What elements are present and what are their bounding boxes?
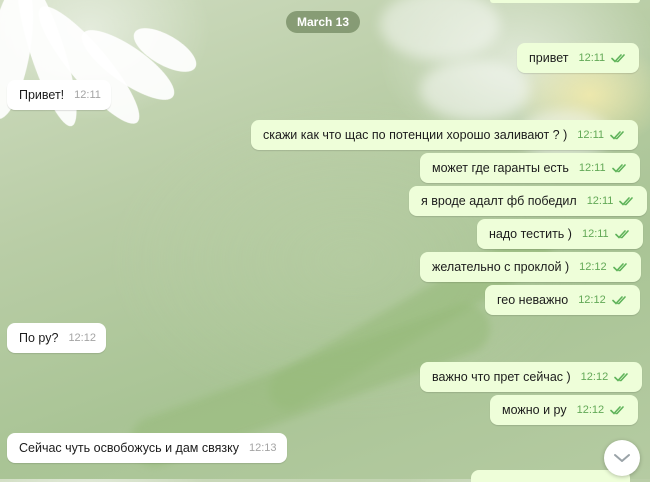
message-out[interactable]: важно что прет сейчас ) 12:12 — [420, 362, 643, 392]
message-out[interactable]: привет 12:11 — [517, 43, 640, 73]
message-time: 12:11 — [577, 129, 604, 141]
message-out[interactable]: может где гаранты есть 12:11 — [420, 153, 640, 183]
double-check-icon — [610, 131, 624, 140]
double-check-icon — [619, 197, 634, 206]
message-out[interactable]: гео неважно 12:12 — [485, 285, 640, 315]
message-in[interactable]: По ру? 12:12 — [7, 323, 106, 353]
message-time: 12:12 — [578, 294, 606, 306]
message-time: 12:11 — [586, 195, 614, 207]
message-text: гео неважно — [497, 293, 569, 307]
date-separator: March 13 — [286, 11, 360, 33]
double-check-icon — [610, 406, 624, 415]
message-in[interactable]: Привет! 12:11 — [7, 80, 111, 110]
message-text: важно что прет сейчас ) — [432, 370, 571, 384]
next-message-edge — [471, 470, 630, 482]
message-text: По ру? — [19, 331, 59, 345]
message-text: я вроде адалт фб победил — [421, 194, 577, 208]
message-time: 12:11 — [578, 162, 606, 174]
double-check-icon — [614, 373, 628, 382]
message-text: привет — [529, 51, 569, 65]
message-out[interactable]: скажи как что щас по потенции хорошо зал… — [251, 120, 638, 150]
double-check-icon — [611, 164, 626, 173]
message-time: 12:11 — [74, 89, 101, 101]
message-text: надо тестить ) — [489, 227, 572, 241]
message-time: 12:11 — [581, 228, 609, 240]
message-text: Сейчас чуть освобожусь и дам связку — [19, 441, 239, 455]
scroll-down-button[interactable] — [604, 440, 640, 476]
message-text: можно и ру — [502, 403, 567, 417]
double-check-icon — [611, 296, 626, 305]
message-time: 12:13 — [248, 442, 277, 454]
message-out[interactable]: можно и ру 12:12 — [490, 395, 639, 425]
double-check-icon — [611, 54, 625, 63]
message-time: 12:12 — [580, 371, 609, 383]
message-in[interactable]: Сейчас чуть освобожусь и дам связку 12:1… — [7, 433, 287, 463]
chevron-down-icon — [614, 454, 630, 462]
message-time: 12:12 — [579, 261, 607, 273]
message-time: 12:11 — [578, 52, 606, 64]
double-check-icon — [612, 263, 627, 272]
message-text: может где гаранты есть — [432, 161, 569, 175]
message-time: 12:12 — [576, 404, 605, 416]
message-time: 12:12 — [68, 332, 96, 344]
previous-message-edge — [490, 0, 640, 3]
message-out[interactable]: я вроде адалт фб победил 12:11 — [409, 186, 648, 216]
message-out[interactable]: желательно с проклой ) 12:12 — [420, 252, 641, 282]
message-out[interactable]: надо тестить ) 12:11 — [477, 219, 643, 249]
message-text: скажи как что щас по потенции хорошо зал… — [263, 128, 568, 142]
message-text: желательно с проклой ) — [432, 260, 570, 274]
message-text: Привет! — [19, 88, 65, 102]
double-check-icon — [614, 230, 629, 239]
